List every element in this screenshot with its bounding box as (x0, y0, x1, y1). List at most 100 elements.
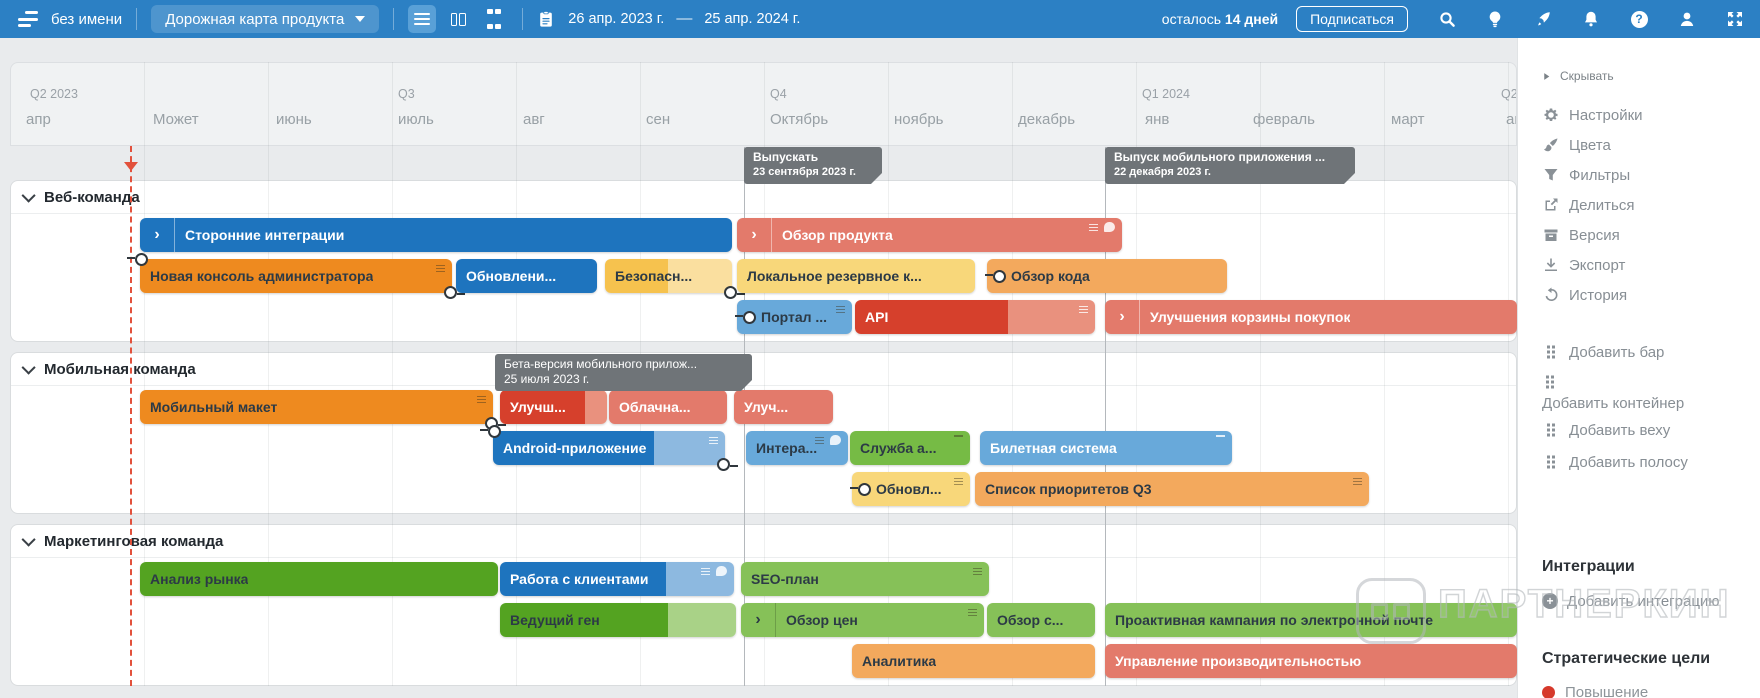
roadmap-bar[interactable]: Интера... (746, 431, 848, 465)
bar-label: Проактивная кампания по электронной почт… (1115, 612, 1433, 628)
roadmap-bar[interactable]: Улуч... (734, 390, 833, 424)
group-title: Веб-команда (44, 188, 140, 206)
bar-menu-icon[interactable] (709, 435, 718, 446)
roadmap-bar[interactable]: Локальное резервное к... (737, 259, 975, 293)
roadmap-bar[interactable]: Обзор с... (987, 603, 1095, 637)
dependency-connector[interactable] (743, 311, 756, 324)
dependency-connector[interactable] (993, 270, 1006, 283)
dependency-connector[interactable] (135, 253, 148, 266)
roadmap-bar[interactable]: Android-приложение (480, 425, 738, 471)
roadmap-bar[interactable]: Новая консоль администратора (127, 253, 465, 299)
chevron-down-icon (355, 16, 366, 22)
sidebar-item-версия[interactable]: Версия (1542, 220, 1760, 250)
expand-chevron-icon[interactable]: › (1105, 300, 1140, 334)
view-rows-icon[interactable] (408, 5, 437, 33)
bar-menu-icon[interactable] (968, 607, 977, 618)
bar-label: Облачна... (619, 399, 691, 415)
strategic-goal-item[interactable]: Повышение производительности (1542, 682, 1750, 698)
sidebar-item-настройки[interactable]: Настройки (1542, 100, 1760, 130)
roadmap-bar[interactable]: Билетная система (980, 431, 1232, 465)
roadmap-bar[interactable]: Обзор кода (985, 259, 1227, 293)
comment-icon[interactable] (716, 566, 727, 576)
roadmap-bar[interactable]: Безопасн... (605, 259, 745, 299)
app-logo-icon[interactable] (18, 11, 40, 27)
search-icon[interactable] (1438, 10, 1456, 28)
milestone-flag[interactable]: Выпуск мобильного приложения ... 22 декаб… (1105, 147, 1355, 184)
date-range-end[interactable]: 25 апр. 2024 г. (704, 11, 800, 27)
expand-chevron-icon[interactable]: › (140, 218, 175, 252)
roadmap-bar[interactable]: Облачна... (609, 390, 727, 424)
sidebar-item-цвета[interactable]: Цвета (1542, 130, 1760, 160)
bar-menu-icon[interactable] (1353, 476, 1362, 487)
sidebar-item-делиться[interactable]: Делиться (1542, 190, 1760, 220)
comment-icon[interactable] (830, 435, 841, 445)
bar-menu-icon[interactable] (1079, 304, 1088, 315)
sidebar-item-экспорт[interactable]: Экспорт (1542, 250, 1760, 280)
roadmap-bar[interactable]: SEO-план (741, 562, 989, 596)
bar-menu-icon[interactable] (477, 394, 486, 405)
roadmap-bar[interactable]: › Обзор цен (741, 603, 984, 637)
grid-icon (1542, 422, 1560, 438)
bar-label: Улучш... (510, 399, 566, 415)
sidebar-add-item[interactable]: Добавить веху (1542, 414, 1760, 446)
milestone-flag[interactable]: Выпускать 23 сентября 2023 г. (744, 147, 882, 184)
sidebar-item-фильтры[interactable]: Фильтры (1542, 160, 1760, 190)
bar-dash-icon[interactable] (954, 435, 963, 437)
bell-icon[interactable] (1582, 10, 1600, 28)
subscribe-button[interactable]: Подписаться (1296, 6, 1408, 32)
roadmap-bar[interactable]: Обновл... (850, 472, 970, 506)
roadmap-bar[interactable]: Улучш... (500, 390, 607, 424)
bar-menu-icon[interactable] (701, 566, 710, 577)
sidebar-collapse[interactable]: Скрывать (1542, 68, 1760, 84)
dependency-connector[interactable] (717, 458, 730, 471)
roadmap-bar[interactable]: Ведущий ген (500, 603, 736, 637)
bar-menu-icon[interactable] (436, 263, 445, 274)
sidebar-add-item[interactable]: Добавить полосу (1542, 446, 1760, 478)
bar-dash-icon[interactable] (1216, 435, 1225, 437)
user-icon[interactable] (1678, 10, 1696, 28)
dependency-connector[interactable] (444, 286, 457, 299)
bar-menu-icon[interactable] (954, 476, 963, 487)
roadmap-bar[interactable]: Обновлени... (456, 259, 597, 293)
expand-chevron-icon[interactable]: › (741, 603, 776, 637)
bar-menu-icon[interactable] (815, 435, 824, 446)
roadmap-bar[interactable]: › Обзор продукта (737, 218, 1122, 252)
goals-title: Стратегические цели (1542, 650, 1711, 667)
lightbulb-icon[interactable] (1486, 10, 1504, 28)
roadmap-bar[interactable]: Аналитика (852, 644, 1095, 678)
sidebar-add-item[interactable]: Добавить бар (1542, 336, 1760, 368)
bar-menu-icon[interactable] (1089, 222, 1098, 233)
view-grid-icon[interactable] (480, 5, 508, 33)
dependency-connector[interactable] (724, 286, 737, 299)
bar-corner-icons (1216, 435, 1225, 437)
roadmap-bar[interactable]: Мобильный макет (140, 390, 506, 430)
sidebar-add-item[interactable]: Добавить контейнер (1542, 368, 1760, 414)
roadmap-selector-dropdown[interactable]: Дорожная карта продукта (151, 5, 380, 33)
roadmap-bar[interactable]: Управление производительностью (1105, 644, 1517, 678)
roadmap-bar[interactable]: › Улучшения корзины покупок (1105, 300, 1517, 334)
roadmap-bar[interactable]: Список приоритетов Q3 (975, 472, 1369, 506)
expand-icon[interactable] (1726, 10, 1744, 28)
roadmap-bar[interactable]: Работа с клиентами (500, 562, 734, 596)
roadmap-bar[interactable]: › Сторонние интеграции (140, 218, 732, 252)
bar-label: Работа с клиентами (510, 571, 649, 587)
sidebar-item-история[interactable]: История (1542, 280, 1760, 310)
rocket-icon[interactable] (1534, 10, 1552, 28)
roadmap-bar[interactable]: Портал ... (735, 300, 852, 334)
comment-icon[interactable] (1104, 222, 1115, 232)
bar-menu-icon[interactable] (836, 304, 845, 315)
roadmap-bar[interactable]: Анализ рынка (140, 562, 498, 596)
clipboard-icon[interactable] (537, 10, 555, 28)
bar-menu-icon[interactable] (973, 566, 982, 577)
dependency-connector[interactable] (488, 425, 501, 438)
view-columns-icon[interactable] (444, 5, 472, 33)
sidebar-item-label: История (1569, 286, 1628, 304)
expand-chevron-icon[interactable]: › (737, 218, 772, 252)
roadmap-bar[interactable]: API (855, 300, 1095, 334)
dependency-connector[interactable] (858, 483, 871, 496)
roadmap-bar[interactable]: Служба а... (850, 431, 970, 465)
date-range-start[interactable]: 26 апр. 2023 г. (568, 11, 664, 27)
add-integration-button[interactable]: + Добавить интеграцию (1542, 586, 1750, 616)
roadmap-bar[interactable]: Проактивная кампания по электронной почт… (1105, 603, 1517, 637)
help-icon[interactable]: ? (1630, 10, 1648, 28)
